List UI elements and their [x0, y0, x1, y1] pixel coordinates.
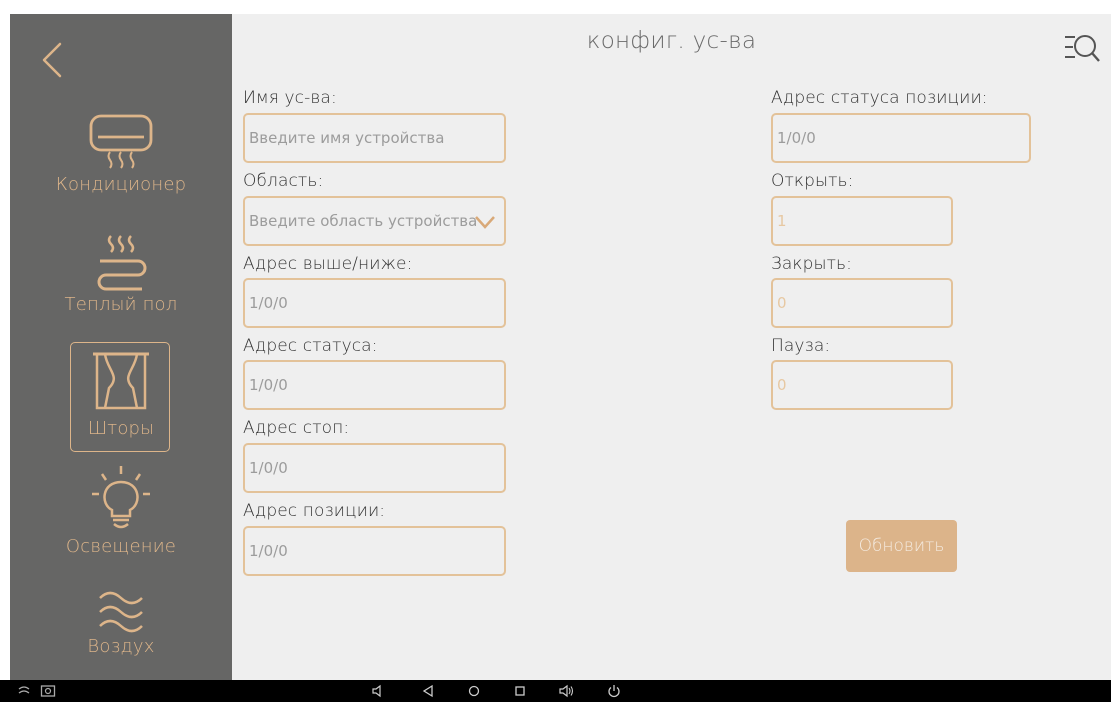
sidebar-item-label: Кондиционер: [55, 174, 187, 195]
system-navigation-bar: [0, 680, 1111, 702]
back-button[interactable]: [38, 40, 68, 80]
position-address-label: Адрес позиции:: [243, 501, 386, 521]
light-bulb-icon: [92, 466, 150, 529]
position-status-address-label: Адрес статуса позиции:: [771, 88, 988, 108]
device-name-input[interactable]: Введите имя устройства: [243, 113, 506, 163]
list-search-icon: [1065, 35, 1100, 62]
sidebar-item-curtains[interactable]: Шторы: [10, 342, 232, 454]
close-input[interactable]: 0: [771, 278, 953, 328]
page-title: конфиг. ус-ва: [586, 28, 757, 54]
area-select-value: Введите область устройства: [249, 212, 478, 230]
update-button[interactable]: Обновить: [846, 520, 957, 572]
stop-address-input[interactable]: 1/0/0: [243, 443, 506, 493]
recents-nav-icon[interactable]: [512, 683, 528, 699]
sidebar: Кондиционер Теплый пол Шторы Освещение В…: [10, 14, 232, 680]
sidebar-item-label: Воздух: [87, 636, 155, 657]
open-input[interactable]: 1: [771, 196, 953, 246]
floor-heating-icon: [97, 235, 147, 291]
sidebar-item-label: Теплый пол: [64, 294, 178, 315]
open-label: Открыть:: [771, 171, 854, 191]
screenshot-icon[interactable]: [40, 683, 56, 699]
area-select[interactable]: Введите область устройства: [243, 196, 506, 246]
power-icon[interactable]: [606, 683, 622, 699]
status-address-input[interactable]: 1/0/0: [243, 360, 506, 410]
air-conditioner-icon: [89, 114, 153, 169]
volume-up-icon[interactable]: [558, 683, 574, 699]
sidebar-item-air[interactable]: Воздух: [10, 586, 232, 657]
sidebar-item-floor-heating[interactable]: Теплый пол: [10, 234, 232, 315]
log-search-button[interactable]: [1063, 32, 1101, 64]
air-waves-icon: [99, 591, 143, 633]
wifi-waves-icon[interactable]: [16, 683, 32, 699]
up-down-address-label: Адрес выше/ниже:: [243, 254, 413, 274]
position-status-address-input[interactable]: 1/0/0: [771, 113, 1031, 163]
home-nav-icon[interactable]: [466, 683, 482, 699]
chevron-down-icon: [475, 216, 495, 229]
pause-label: Пауза:: [771, 336, 831, 356]
up-down-address-input[interactable]: 1/0/0: [243, 278, 506, 328]
app-window: Кондиционер Теплый пол Шторы Освещение В…: [10, 14, 1111, 680]
stop-address-label: Адрес стоп:: [243, 418, 350, 438]
status-address-label: Адрес статуса:: [243, 336, 378, 356]
pause-input[interactable]: 0: [771, 360, 953, 410]
close-label: Закрыть:: [771, 254, 853, 274]
back-nav-icon[interactable]: [420, 683, 436, 699]
sidebar-item-label: Освещение: [65, 536, 177, 557]
chevron-left-icon: [42, 42, 62, 78]
main-content: конфиг. ус-ва Имя ус-ва: Введите имя уст…: [232, 14, 1111, 680]
sidebar-item-air-conditioner[interactable]: Кондиционер: [10, 112, 232, 195]
sidebar-item-lighting[interactable]: Освещение: [10, 464, 232, 557]
area-label: Область:: [243, 171, 324, 191]
sidebar-item-label: Шторы: [87, 418, 155, 439]
curtains-icon: [93, 352, 149, 410]
volume-down-icon[interactable]: [370, 683, 386, 699]
device-name-label: Имя ус-ва:: [243, 88, 337, 108]
position-address-input[interactable]: 1/0/0: [243, 526, 506, 576]
